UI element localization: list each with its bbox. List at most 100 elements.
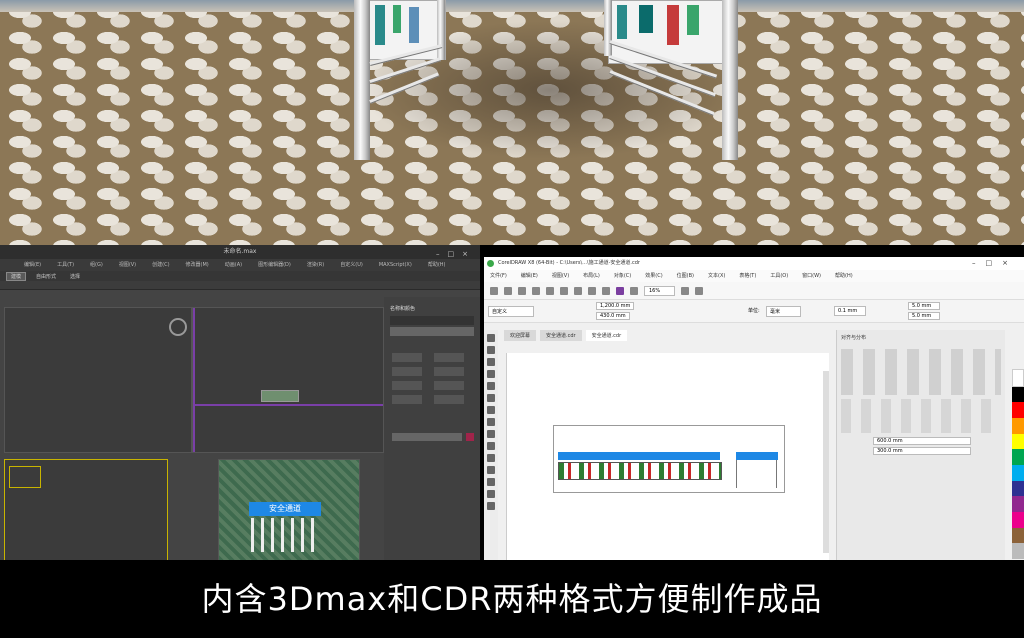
panel-button[interactable] xyxy=(434,367,464,376)
panel-button[interactable] xyxy=(392,367,422,376)
viewport-perspective[interactable]: 安全通道 xyxy=(218,459,360,562)
menu-item[interactable]: 创建(C) xyxy=(152,259,169,271)
parallel-dimension-icon[interactable] xyxy=(487,454,495,462)
window-controls[interactable]: –□× xyxy=(972,257,1018,270)
color-swatch[interactable] xyxy=(392,433,462,441)
cdr-canvas[interactable] xyxy=(506,353,829,560)
viewport-top[interactable] xyxy=(4,307,192,453)
panel-button[interactable] xyxy=(434,353,464,362)
menu-item[interactable]: 修改器(M) xyxy=(186,259,209,271)
menu-item[interactable]: 视图(V) xyxy=(119,259,136,271)
menu-item[interactable]: 视图(V) xyxy=(552,270,569,282)
menu-item[interactable]: 文本(X) xyxy=(708,270,725,282)
menu-item[interactable]: 动画(A) xyxy=(225,259,242,271)
palette-swatch[interactable] xyxy=(1012,527,1024,544)
paste-icon[interactable] xyxy=(574,286,582,295)
unit-select[interactable]: 毫米 xyxy=(766,306,802,317)
snap-icon[interactable] xyxy=(681,286,690,295)
tab-welcome[interactable]: 欢迎屏幕 xyxy=(504,330,537,341)
copy-icon[interactable] xyxy=(560,286,568,295)
palette-swatch[interactable] xyxy=(1012,386,1024,403)
viewcube-icon[interactable] xyxy=(169,318,187,336)
print-icon[interactable] xyxy=(532,286,540,295)
menu-item[interactable]: 渲染(R) xyxy=(307,259,324,271)
menu-item[interactable]: 效果(C) xyxy=(645,270,662,282)
palette-swatch[interactable] xyxy=(1012,449,1024,466)
menu-item[interactable]: 编辑(E) xyxy=(521,270,538,282)
open-icon[interactable] xyxy=(504,286,512,295)
options-icon[interactable] xyxy=(695,286,704,295)
y-position-field[interactable]: 300.0 mm xyxy=(873,447,971,455)
shape-tool-icon[interactable] xyxy=(487,346,495,354)
distribute-buttons[interactable] xyxy=(841,399,1001,433)
menu-item[interactable]: 位图(B) xyxy=(677,270,694,282)
x-position-field[interactable]: 600.0 mm xyxy=(873,437,971,445)
width-field[interactable]: 1,200.0 mm xyxy=(596,302,635,310)
viewport-left[interactable] xyxy=(4,459,168,562)
drop-shadow-icon[interactable] xyxy=(487,478,495,486)
cut-icon[interactable] xyxy=(546,286,554,295)
menu-item[interactable]: 工具(T) xyxy=(57,259,74,271)
palette-swatch[interactable] xyxy=(1012,433,1024,450)
menu-item[interactable]: 对象(C) xyxy=(614,270,631,282)
redo-icon[interactable] xyxy=(602,286,610,295)
menu-item[interactable]: MAXScript(X) xyxy=(379,259,412,271)
crop-tool-icon[interactable] xyxy=(487,358,495,366)
connector-tool-icon[interactable] xyxy=(487,466,495,474)
menu-item[interactable]: 表格(T) xyxy=(739,270,756,282)
dup-x-field[interactable]: 5.0 mm xyxy=(908,302,941,310)
palette-swatch[interactable] xyxy=(1012,402,1024,419)
palette-swatch[interactable] xyxy=(1012,418,1024,434)
palette-swatch[interactable] xyxy=(1012,512,1024,528)
palette-swatch[interactable] xyxy=(1012,480,1024,497)
eyedropper-icon[interactable] xyxy=(487,490,495,498)
text-tool-icon[interactable] xyxy=(487,442,495,450)
menu-item[interactable]: 工具(O) xyxy=(770,270,788,282)
dup-y-field[interactable]: 5.0 mm xyxy=(908,312,941,320)
palette-swatch[interactable] xyxy=(1012,496,1024,513)
vertical-scrollbar[interactable] xyxy=(823,371,829,553)
menu-item[interactable]: 组(G) xyxy=(90,259,103,271)
panel-button[interactable] xyxy=(434,395,464,404)
save-icon[interactable] xyxy=(518,286,526,295)
polygon-tool-icon[interactable] xyxy=(487,430,495,438)
export-icon[interactable] xyxy=(630,286,638,295)
palette-swatch[interactable] xyxy=(1012,543,1024,560)
zoom-level[interactable]: 16% xyxy=(644,285,676,296)
artistic-media-icon[interactable] xyxy=(487,394,495,402)
menu-item[interactable]: 编辑(E) xyxy=(24,259,41,271)
zoom-tool-icon[interactable] xyxy=(487,370,495,378)
menu-item[interactable]: 窗口(W) xyxy=(802,270,821,282)
nudge-field[interactable]: 0.1 mm xyxy=(834,306,867,316)
menu-item[interactable]: 帮助(H) xyxy=(835,270,853,282)
pick-tool-icon[interactable] xyxy=(487,334,495,342)
undo-icon[interactable] xyxy=(588,286,596,295)
height-field[interactable]: 430.0 mm xyxy=(596,312,630,320)
tab-doc-1[interactable]: 安全通道.cdr xyxy=(540,330,582,341)
new-icon[interactable] xyxy=(490,286,498,295)
fill-tool-icon[interactable] xyxy=(487,502,495,510)
palette-swatch[interactable] xyxy=(1012,369,1024,387)
paper-select[interactable]: 自定义 xyxy=(488,306,535,317)
align-buttons[interactable] xyxy=(841,349,1001,395)
menu-item[interactable]: 布局(L) xyxy=(583,270,600,282)
panel-button[interactable] xyxy=(392,381,422,390)
panel-button[interactable] xyxy=(392,353,422,362)
tab-freeform[interactable]: 自由形式 xyxy=(32,273,60,280)
tab-selection[interactable]: 选择 xyxy=(66,273,84,280)
rectangle-tool-icon[interactable] xyxy=(487,406,495,414)
panel-button[interactable] xyxy=(434,381,464,390)
ellipse-tool-icon[interactable] xyxy=(487,418,495,426)
palette-swatch[interactable] xyxy=(1012,465,1024,481)
menu-item[interactable]: 自定义(U) xyxy=(340,259,363,271)
window-controls[interactable]: –□× xyxy=(436,247,476,261)
color-swatch[interactable] xyxy=(466,433,474,441)
menu-item[interactable]: 文件(F) xyxy=(490,270,507,282)
freehand-tool-icon[interactable] xyxy=(487,382,495,390)
viewport-front[interactable] xyxy=(192,307,384,453)
menu-item[interactable]: 图形编辑器(D) xyxy=(258,259,291,271)
tab-modeling[interactable]: 建模 xyxy=(6,271,27,281)
import-icon[interactable] xyxy=(616,286,624,295)
tab-doc-2[interactable]: 安全通道.cdr xyxy=(585,330,628,341)
panel-button[interactable] xyxy=(392,395,422,404)
